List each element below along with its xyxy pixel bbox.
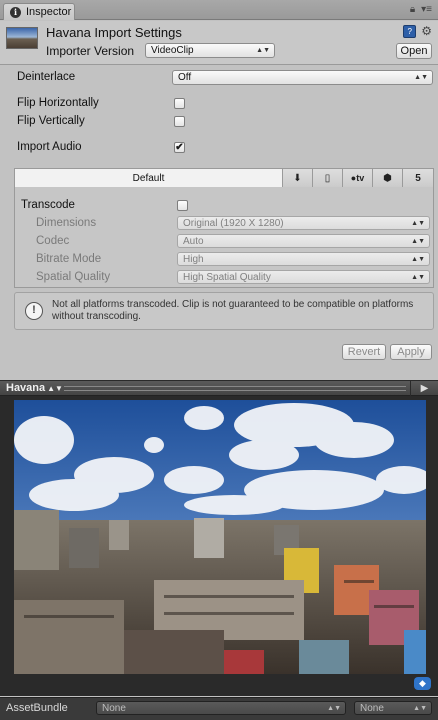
platform-tabs: Default ⬇ ▯ ●tv ⬢ 5	[15, 169, 433, 187]
deinterlace-label: Deinterlace	[17, 71, 76, 83]
menu-icon[interactable]: ▾≡	[421, 4, 432, 15]
updown-arrow-icon: ▲▼	[411, 219, 425, 227]
asset-bundle-variant-value: None	[360, 702, 384, 714]
flip-horizontally-label: Flip Horizontally	[17, 97, 99, 109]
preview-area: ◆	[0, 396, 438, 696]
dimensions-label: Dimensions	[36, 217, 97, 229]
gear-icon[interactable]: ⚙	[421, 25, 432, 38]
updown-arrow-icon: ▲▼	[413, 704, 427, 712]
preview-title-dropdown[interactable]: Havana ▲▼	[6, 382, 63, 394]
android-icon[interactable]: ⬢	[373, 169, 403, 187]
importer-version-dropdown[interactable]: VideoClip ▲▼	[145, 43, 275, 58]
preview-resize-grip[interactable]	[64, 386, 406, 391]
transcode-label: Transcode	[21, 199, 75, 211]
spatial-quality-label: Spatial Quality	[36, 271, 111, 283]
header-icons: ? ⚙	[403, 25, 432, 38]
platform-settings-panel: Default ⬇ ▯ ●tv ⬢ 5 Transcode Dimensions…	[14, 168, 434, 288]
preview-title: Havana	[6, 382, 46, 394]
asset-thumbnail	[6, 27, 38, 49]
updown-arrow-icon: ▲▼	[411, 273, 425, 281]
lock-icon[interactable]: 🔒︎	[410, 4, 415, 15]
asset-bundle-name-dropdown[interactable]: None ▲▼	[96, 701, 346, 715]
bitrate-mode-label: Bitrate Mode	[36, 253, 102, 265]
asset-bundle-variant-dropdown[interactable]: None ▲▼	[354, 701, 432, 715]
play-icon[interactable]: ▶	[410, 381, 438, 396]
asset-bundle-name-value: None	[102, 702, 126, 714]
open-button[interactable]: Open	[396, 43, 432, 59]
info-icon: i	[10, 6, 21, 18]
bitrate-mode-dropdown[interactable]: High ▲▼	[177, 252, 430, 266]
codec-label: Codec	[36, 235, 70, 247]
dimensions-value: Original (1920 X 1280)	[183, 217, 284, 229]
tab-controls: 🔒︎ ▾≡	[410, 4, 432, 15]
html5-icon[interactable]: 5	[403, 169, 433, 187]
inspector-tab-label: Inspector	[26, 6, 72, 18]
warning-speech-icon: !	[25, 302, 43, 320]
transcode-warning-box: ! Not all platforms transcoded. Clip is …	[14, 292, 434, 330]
updown-arrow-icon: ▲▼	[411, 237, 425, 245]
dimensions-dropdown[interactable]: Original (1920 X 1280) ▲▼	[177, 216, 430, 230]
preview-header: Havana ▲▼ ▶	[0, 380, 438, 396]
appletv-icon[interactable]: ●tv	[343, 169, 373, 187]
window-tab-bar: i Inspector 🔒︎ ▾≡	[0, 0, 438, 20]
havana-preview-image	[14, 400, 426, 674]
asset-title: Havana Import Settings	[46, 25, 182, 40]
download-icon[interactable]: ⬇	[283, 169, 313, 187]
updown-arrow-icon: ▲▼	[327, 704, 341, 712]
codec-value: Auto	[183, 235, 204, 247]
checkmark-icon: ✔	[175, 142, 184, 153]
spatial-quality-dropdown[interactable]: High Spatial Quality ▲▼	[177, 270, 430, 284]
import-audio-checkbox[interactable]: ✔	[174, 142, 185, 153]
deinterlace-value: Off	[178, 72, 192, 83]
spatial-quality-value: High Spatial Quality	[183, 271, 271, 283]
bitrate-mode-value: High	[183, 253, 204, 265]
transcode-checkbox[interactable]	[177, 200, 188, 211]
asset-bundle-bar: AssetBundle None ▲▼ None ▲▼	[0, 697, 438, 720]
flip-vertically-checkbox[interactable]	[174, 116, 185, 127]
updown-arrow-icon: ▲▼	[411, 255, 425, 263]
phone-icon[interactable]: ▯	[313, 169, 343, 187]
import-audio-label: Import Audio	[17, 141, 82, 153]
revert-button[interactable]: Revert	[342, 344, 386, 360]
importer-version-value: VideoClip	[151, 45, 194, 56]
warning-text: Not all platforms transcoded. Clip is no…	[52, 299, 414, 322]
importer-version-label: Importer Version	[46, 44, 135, 58]
updown-arrow-icon: ▲▼	[47, 384, 63, 393]
codec-dropdown[interactable]: Auto ▲▼	[177, 234, 430, 248]
deinterlace-dropdown[interactable]: Off ▲▼	[172, 70, 433, 85]
inspector-tab[interactable]: i Inspector	[3, 3, 75, 20]
flip-vertically-label: Flip Vertically	[17, 115, 85, 127]
tab-default[interactable]: Default	[15, 169, 283, 187]
help-book-icon[interactable]: ?	[403, 25, 417, 38]
flip-horizontally-checkbox[interactable]	[174, 98, 185, 109]
updown-arrow-icon: ▲▼	[414, 74, 428, 81]
asset-label-tag-icon[interactable]: ◆	[414, 677, 431, 690]
asset-bundle-label: AssetBundle	[6, 702, 68, 714]
apply-button[interactable]: Apply	[390, 344, 432, 360]
updown-arrow-icon: ▲▼	[256, 47, 270, 54]
